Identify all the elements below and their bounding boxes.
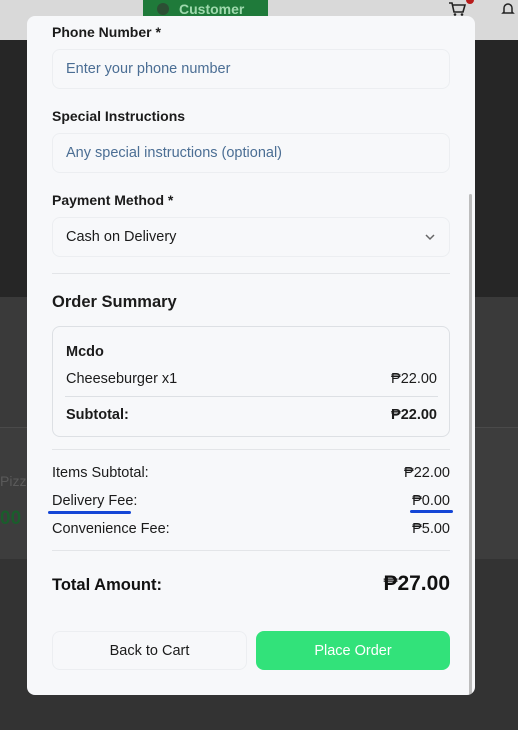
place-order-button[interactable]: Place Order (256, 631, 450, 670)
background-item-price: 00 (0, 508, 22, 529)
subtotal-value: ₱22.00 (391, 407, 437, 423)
delivery-fee-label-underline (48, 511, 131, 514)
instructions-label: Special Instructions (52, 108, 186, 124)
instructions-input[interactable]: Any special instructions (optional) (52, 133, 450, 173)
phone-input[interactable]: Enter your phone number (52, 49, 450, 89)
convenience-fee-value: ₱5.00 (412, 521, 450, 537)
back-to-cart-button[interactable]: Back to Cart (52, 631, 247, 670)
checkout-modal: Phone Number * Enter your phone number S… (27, 16, 475, 695)
order-summary-card: Mcdo Cheeseburger x1 ₱22.00 Subtotal: ₱2… (52, 326, 450, 437)
summary-divider (65, 396, 438, 397)
bell-icon[interactable] (501, 2, 515, 16)
payment-method-value: Cash on Delivery (66, 229, 177, 245)
total-divider (52, 550, 450, 551)
order-item-name: Cheeseburger x1 (66, 371, 178, 387)
order-item-price: ₱22.00 (391, 371, 437, 387)
subtotal-label: Subtotal: (66, 407, 129, 423)
total-amount-label: Total Amount: (52, 576, 162, 594)
delivery-fee-value-underline (410, 510, 453, 513)
delivery-fee-value: ₱0.00 (412, 493, 450, 509)
payment-method-select[interactable]: Cash on Delivery (52, 217, 450, 257)
section-divider (52, 273, 450, 274)
total-amount-value: ₱27.00 (383, 572, 450, 595)
convenience-fee-label: Convenience Fee: (52, 521, 170, 537)
modal-scrollbar[interactable] (469, 194, 472, 695)
order-summary-title: Order Summary (52, 293, 177, 311)
items-subtotal-label: Items Subtotal: (52, 465, 149, 481)
customer-badge-label: Customer (179, 1, 245, 17)
user-avatar-icon (157, 3, 169, 15)
phone-label: Phone Number * (52, 24, 161, 40)
items-subtotal-value: ₱22.00 (404, 465, 450, 481)
shop-name: Mcdo (66, 344, 104, 360)
cart-icon[interactable] (448, 2, 466, 16)
chevron-down-icon (425, 234, 435, 241)
totals-divider (52, 449, 450, 450)
payment-method-label: Payment Method * (52, 192, 174, 208)
delivery-fee-label: Delivery Fee: (52, 493, 138, 509)
